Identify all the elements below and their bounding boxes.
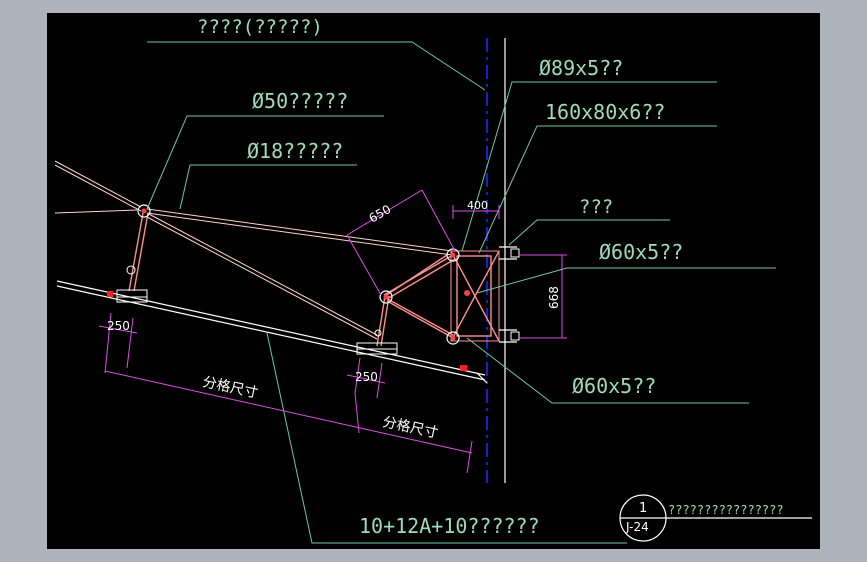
detail-title: ???????????????? (668, 503, 784, 517)
pipe-89-callout: Ø89x5?? (539, 56, 623, 80)
title-callout: ????(?????) (197, 16, 323, 38)
dim-250-right: 250 (355, 370, 378, 384)
cad-drawing: ????(?????) Ø89x5?? 160x80x6?? Ø50????? … (54, 16, 812, 544)
dim-250-left: 250 (107, 319, 130, 333)
rod-18-callout: Ø18????? (247, 139, 343, 163)
tension-cables (54, 160, 453, 340)
pipe-60-lower-callout: Ø60x5?? (572, 374, 656, 398)
rect-tube-callout: 160x80x6?? (545, 100, 665, 124)
dim-400: 400 (467, 199, 488, 212)
detail-sheet: J-24 (625, 520, 649, 534)
cad-viewport[interactable]: ????(?????) Ø89x5?? 160x80x6?? Ø50????? … (47, 13, 820, 549)
bracket-callout: ??? (579, 196, 613, 218)
dim-668: 668 (547, 286, 561, 309)
dimension-lines (98, 189, 567, 474)
rod-50-callout: Ø50????? (252, 89, 348, 113)
detail-tag: 1 J-24 ???????????????? (619, 494, 812, 542)
dim-650: 650 (367, 202, 394, 226)
detail-number: 1 (639, 501, 647, 516)
grid-size-left: 分格尺寸 (201, 374, 259, 401)
left-strut (107, 204, 151, 303)
glass-callout: 10+12A+10?????? (359, 514, 540, 538)
leader-lines (146, 41, 776, 544)
pipe-60-upper-callout: Ø60x5?? (599, 240, 683, 264)
grid-size-right: 分格尺寸 (381, 414, 439, 441)
steel-truss (379, 246, 520, 345)
